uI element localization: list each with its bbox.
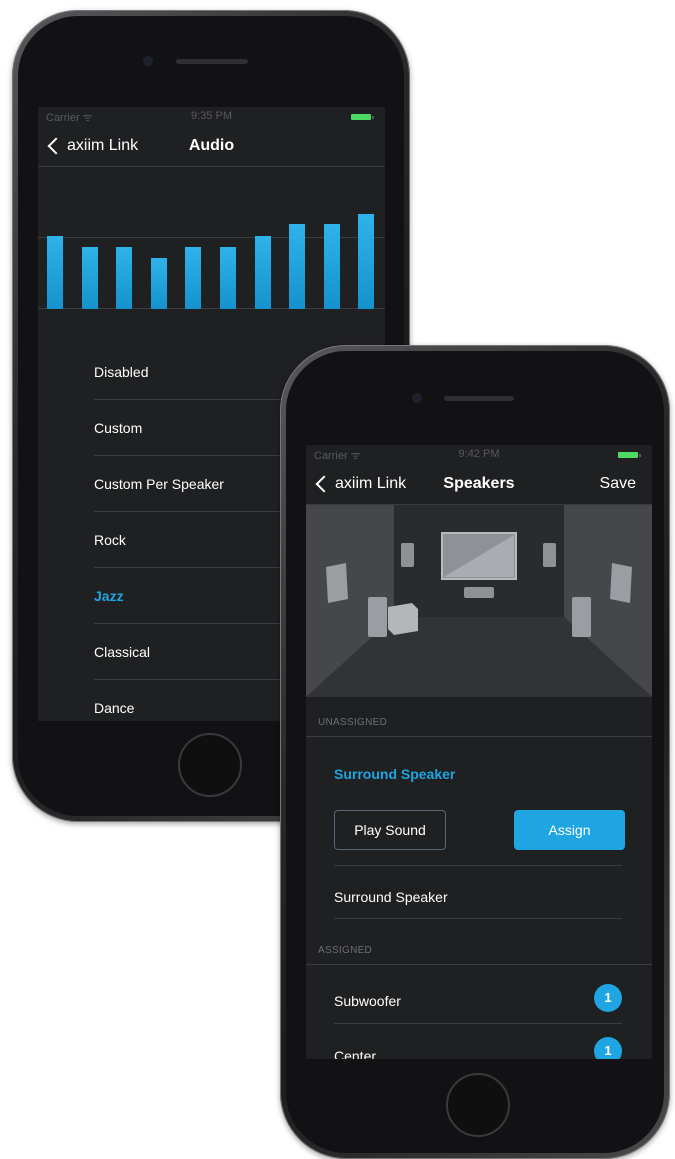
row-divider [334, 1023, 622, 1024]
equalizer-bar[interactable] [47, 236, 63, 309]
assigned-speaker-item[interactable]: Center [334, 1048, 376, 1059]
clock-label: 9:35 PM [191, 110, 232, 122]
row-divider [334, 865, 622, 866]
earpiece-slot [444, 396, 514, 401]
room-illustration [306, 505, 652, 697]
unassigned-section-label: UNASSIGNED [318, 717, 388, 728]
equalizer-bar[interactable] [254, 236, 271, 309]
row-divider [334, 918, 622, 919]
equalizer-bar[interactable] [185, 247, 202, 309]
speakers-screen: Carrier ᯤ 9:42 PM axiim Link Speakers Sa… [306, 445, 652, 1059]
surround-left-speaker [326, 563, 348, 603]
battery-icon [618, 452, 641, 458]
surround-right-speaker [610, 563, 632, 603]
center-speaker [464, 587, 494, 598]
front-camera [412, 393, 422, 403]
speaker-count-badge: 1 [594, 984, 622, 1012]
play-sound-button[interactable]: Play Sound [334, 810, 446, 850]
assign-button[interactable]: Assign [514, 810, 625, 850]
equalizer-graph[interactable] [38, 167, 385, 309]
assigned-section-label: ASSIGNED [318, 945, 373, 956]
page-title: Audio [188, 137, 235, 154]
unassigned-speaker-item[interactable]: Surround Speaker [334, 889, 448, 905]
front-camera [143, 56, 153, 66]
equalizer-bar[interactable] [150, 258, 167, 309]
save-button[interactable]: Save [600, 475, 636, 493]
section-divider [306, 736, 652, 737]
status-bar: Carrier ᯤ 9:35 PM [38, 107, 385, 125]
home-button[interactable] [178, 733, 242, 797]
equalizer-bar[interactable] [358, 214, 375, 309]
phone-speakers: Carrier ᯤ 9:42 PM axiim Link Speakers Sa… [280, 345, 670, 1159]
home-button[interactable] [446, 1073, 510, 1137]
selected-speaker-label: Surround Speaker [334, 766, 456, 782]
subwoofer-speaker [388, 603, 418, 635]
navigation-bar: axiim Link Speakers Save [306, 465, 652, 505]
front-left-speaker [401, 543, 414, 567]
equalizer-bar[interactable] [220, 247, 236, 309]
rear-left-speaker [368, 597, 387, 637]
equalizer-bar[interactable] [116, 247, 133, 309]
battery-icon [351, 114, 374, 120]
equalizer-bar[interactable] [323, 224, 340, 309]
navigation-bar: axiim Link Audio [38, 127, 385, 167]
speaker-count-badge: 1 [594, 1037, 622, 1059]
rear-right-speaker [572, 597, 591, 637]
status-bar: Carrier ᯤ 9:42 PM [306, 445, 652, 463]
equalizer-bar[interactable] [289, 224, 306, 309]
earpiece-slot [176, 59, 248, 64]
front-right-speaker [543, 543, 556, 567]
equalizer-bar[interactable] [81, 247, 98, 309]
clock-label: 9:42 PM [458, 448, 500, 460]
assigned-speaker-item[interactable]: Subwoofer [334, 993, 401, 1009]
section-divider [306, 964, 652, 965]
